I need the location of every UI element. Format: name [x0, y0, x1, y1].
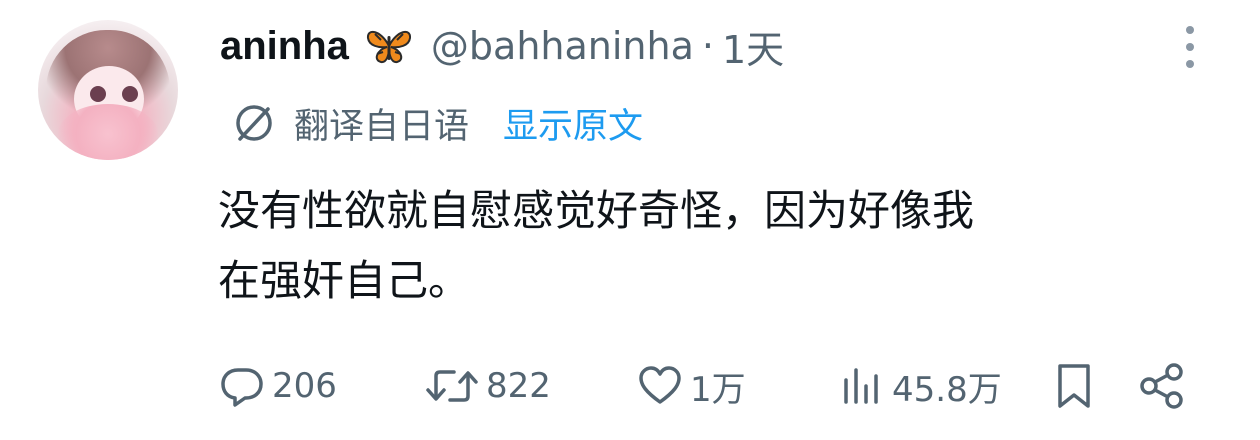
bookmark-icon — [1052, 360, 1096, 412]
separator-dot: · — [701, 24, 714, 68]
reply-count: 206 — [272, 366, 337, 406]
reply-icon — [218, 362, 266, 410]
analytics-icon — [838, 362, 886, 410]
translated-from-label: 翻译自日语 — [294, 106, 470, 147]
views-button[interactable]: 45.8万 — [838, 356, 1002, 416]
bookmark-button[interactable] — [1052, 356, 1096, 416]
like-button[interactable]: 1万 — [636, 356, 746, 416]
share-icon — [1136, 360, 1188, 412]
avatar-eye — [90, 86, 106, 102]
tweet-header: aninha @bahhaninha · 1天 — [220, 18, 784, 74]
action-bar: 206 822 1万 45.8万 — [218, 356, 1218, 416]
like-count: 1万 — [690, 369, 746, 410]
translation-bar: 翻译自日语 显示原文 — [232, 96, 643, 150]
display-name[interactable]: aninha — [220, 24, 349, 69]
globe-translate-icon — [232, 101, 276, 145]
share-button[interactable] — [1136, 356, 1188, 416]
tweet-text-line: 没有性欲就自慰感觉好奇怪，因为好像我 — [218, 186, 975, 235]
tweet-text: 没有性欲就自慰感觉好奇怪，因为好像我 在强奸自己。 — [218, 176, 1218, 316]
more-options-icon[interactable] — [1178, 26, 1202, 70]
retweet-button[interactable]: 822 — [424, 356, 551, 416]
butterfly-icon — [365, 26, 413, 66]
show-original-link[interactable]: 显示原文 — [503, 98, 643, 149]
timestamp[interactable]: 1天 — [722, 19, 784, 74]
reply-button[interactable]: 206 — [218, 356, 337, 416]
user-handle[interactable]: @bahhaninha — [431, 24, 694, 68]
retweet-icon — [424, 362, 480, 410]
heart-icon — [636, 362, 684, 410]
tweet-text-line: 在强奸自己。 — [218, 256, 471, 305]
avatar-fluff — [58, 104, 158, 160]
retweet-count: 822 — [486, 366, 551, 406]
views-count: 45.8万 — [892, 369, 1002, 410]
avatar[interactable] — [38, 20, 178, 160]
avatar-eye — [122, 86, 138, 102]
